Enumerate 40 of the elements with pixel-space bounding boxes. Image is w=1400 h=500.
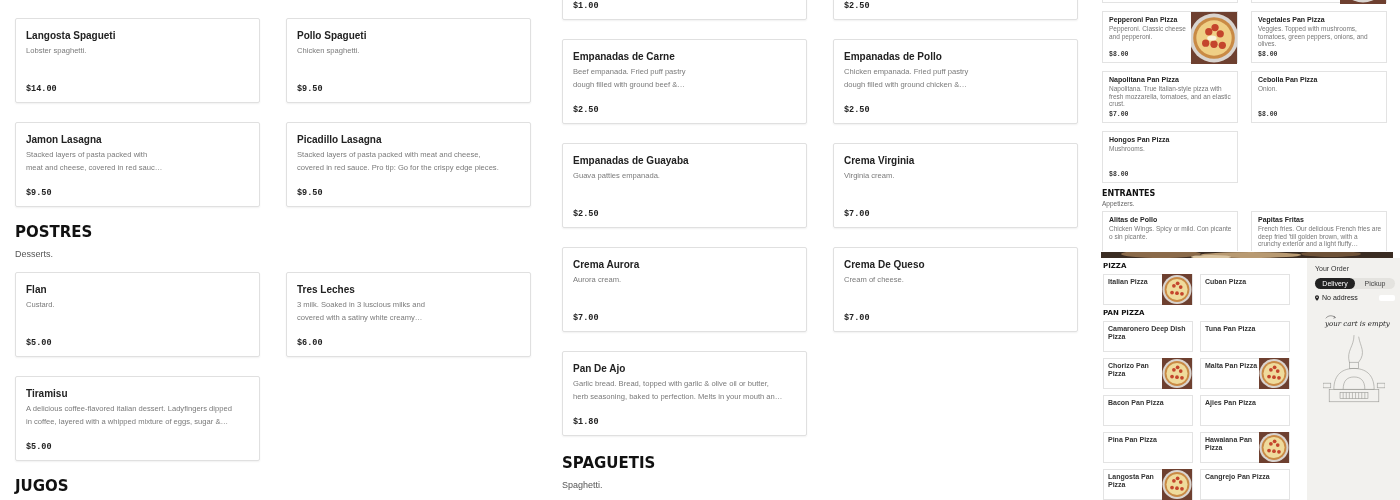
item-price: $2.50 bbox=[844, 1, 871, 11]
item-price: $7.00 bbox=[573, 313, 600, 323]
item-price: $7.00 bbox=[844, 313, 871, 323]
location-pin-icon bbox=[1315, 294, 1319, 301]
item-price: $7.00 bbox=[844, 209, 871, 219]
item-name: Crema De Queso bbox=[844, 259, 926, 270]
item-name: Crema Aurora bbox=[573, 259, 641, 270]
item-price: $2.50 bbox=[573, 209, 600, 219]
item-name: Langosta Spagueti bbox=[26, 30, 117, 41]
item-price: $2.50 bbox=[573, 105, 600, 115]
item-name: Pollo Spagueti bbox=[297, 30, 368, 41]
item-price: $1.00 bbox=[573, 1, 600, 11]
item-price: $6.00 bbox=[297, 338, 324, 348]
item-name: Empanadas de Pollo bbox=[844, 51, 943, 62]
item-price: $9.50 bbox=[297, 188, 324, 198]
item-price: $14.00 bbox=[26, 84, 58, 94]
item-name: Flan bbox=[26, 284, 48, 295]
item-name: Picadillo Lasagna bbox=[297, 134, 383, 145]
item-name: Jamon Lasagna bbox=[26, 134, 103, 145]
item-price: $9.50 bbox=[297, 84, 324, 94]
item-name: Empanadas de Carne bbox=[573, 51, 676, 62]
item-name: Crema Virginia bbox=[844, 155, 916, 166]
section-title: ENTRANTES bbox=[1102, 189, 1157, 198]
item-price: $5.00 bbox=[26, 442, 53, 452]
item-name: Tiramisu bbox=[26, 388, 69, 399]
section-title: POSTRES bbox=[15, 225, 94, 240]
item-price: $2.50 bbox=[844, 105, 871, 115]
section-subtitle: Desserts. bbox=[15, 249, 54, 259]
item-name: Tres Leches bbox=[297, 284, 356, 295]
item-price: $1.80 bbox=[573, 417, 600, 427]
section-title: JUGOS bbox=[15, 479, 70, 494]
item-price: $9.50 bbox=[26, 188, 53, 198]
menu-card[interactable]: $1.00 bbox=[562, 0, 807, 20]
section-subtitle: Spaghetti. bbox=[562, 480, 604, 490]
menu-card[interactable]: $2.50 bbox=[833, 0, 1078, 20]
item-price: $5.00 bbox=[26, 338, 53, 348]
item-name: Pan De Ajo bbox=[573, 363, 627, 374]
section-title: SPAGUETIS bbox=[562, 456, 657, 471]
arrow-icon bbox=[1325, 315, 1337, 320]
item-name: Empanadas de Guayaba bbox=[573, 155, 690, 166]
